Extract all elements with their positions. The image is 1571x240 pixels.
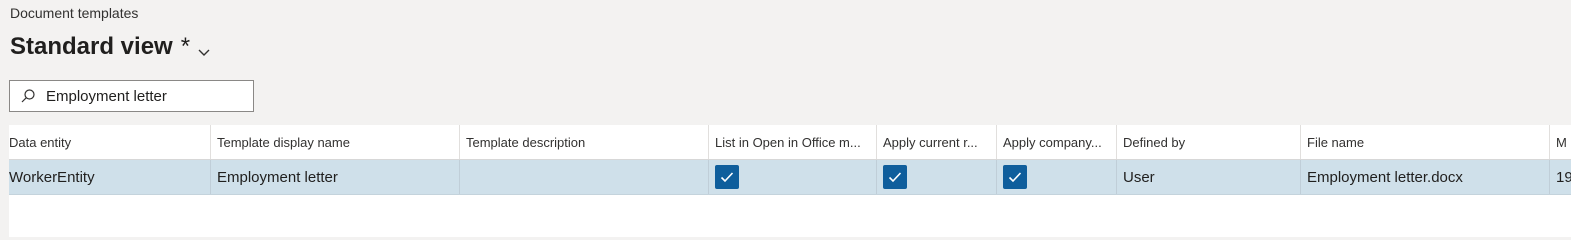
cell-data-entity[interactable]: WorkerEntity [9, 160, 211, 194]
cell-apply-company [997, 160, 1117, 194]
cell-template-description[interactable] [460, 160, 709, 194]
view-name: Standard view [10, 33, 173, 60]
cell-list-in-open-in-office [709, 160, 877, 194]
list-in-office-checkbox[interactable] [715, 165, 739, 189]
column-header-file-name[interactable]: File name [1301, 125, 1550, 159]
column-header-data-entity[interactable]: Data entity [9, 125, 211, 159]
table-row[interactable]: WorkerEntity Employment letter User Empl… [9, 160, 1571, 195]
column-header-apply-company[interactable]: Apply company... [997, 125, 1117, 159]
chevron-down-icon [196, 39, 212, 56]
search-box[interactable] [9, 80, 254, 112]
column-header-truncated[interactable]: M [1550, 125, 1571, 159]
cell-defined-by[interactable]: User [1117, 160, 1301, 194]
apply-company-checkbox[interactable] [1003, 165, 1027, 189]
modified-marker: * [180, 33, 191, 60]
checkmark-icon [888, 172, 902, 183]
templates-grid: Data entity Template display name Templa… [9, 125, 1571, 237]
cell-apply-current-record [877, 160, 997, 194]
column-header-template-display-name[interactable]: Template display name [211, 125, 460, 159]
cell-template-display-name[interactable]: Employment letter [211, 160, 460, 194]
checkmark-icon [720, 172, 734, 183]
column-header-list-in-open-in-office[interactable]: List in Open in Office m... [709, 125, 877, 159]
checkmark-icon [1008, 172, 1022, 183]
grid-header-row: Data entity Template display name Templa… [9, 125, 1571, 160]
apply-current-record-checkbox[interactable] [883, 165, 907, 189]
search-icon [20, 88, 36, 104]
column-header-template-description[interactable]: Template description [460, 125, 709, 159]
view-selector[interactable]: Standard view * [10, 33, 212, 61]
cell-file-name[interactable]: Employment letter.docx [1301, 160, 1550, 194]
column-header-apply-current-record[interactable]: Apply current r... [877, 125, 997, 159]
search-input[interactable] [46, 87, 236, 105]
column-header-defined-by[interactable]: Defined by [1117, 125, 1301, 159]
page-caption: Document templates [10, 5, 139, 21]
cell-truncated[interactable]: 19 [1550, 160, 1571, 194]
